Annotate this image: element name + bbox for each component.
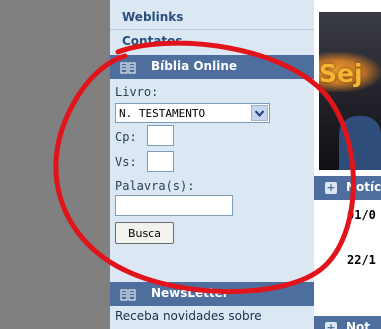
nav-link-contatos[interactable]: Contatos	[122, 34, 183, 48]
chevron-down-icon[interactable]	[251, 105, 268, 121]
plus-square-icon: +	[325, 322, 337, 329]
cp-label: Cp:	[115, 130, 137, 144]
book-icon	[120, 60, 136, 74]
chapter-input[interactable]	[147, 125, 174, 146]
livro-select-value: N. TESTAMENTO	[119, 107, 206, 120]
vs-label: Vs:	[115, 155, 137, 169]
second-section-title: Not	[346, 320, 371, 329]
livro-label: Livro:	[115, 85, 159, 99]
news-section-title: Notíc	[346, 180, 381, 194]
sidebar: Weblinks Contatos Bíblia Online Livro: N…	[110, 0, 314, 329]
plus-square-icon: +	[325, 181, 337, 194]
nav-divider	[110, 29, 314, 30]
newsletter-module-title: NewsLetter	[151, 286, 229, 300]
second-section-header: + Not	[314, 316, 381, 329]
newsletter-description: Receba novidades sobre	[115, 309, 262, 323]
news-date[interactable]: 22/1	[347, 253, 376, 267]
left-gutter	[0, 0, 110, 329]
main-content-column: Sej + Notíc 01/0 22/1 + Not	[314, 0, 381, 329]
bible-module-title: Bíblia Online	[151, 59, 238, 73]
nav-link-weblinks[interactable]: Weblinks	[122, 10, 183, 24]
bible-module-header: Bíblia Online	[110, 55, 314, 79]
banner-figure	[339, 116, 381, 170]
news-date[interactable]: 01/0	[347, 208, 376, 222]
search-button[interactable]: Busca	[115, 222, 174, 244]
news-section-header: + Notíc	[314, 176, 381, 200]
verse-input[interactable]	[147, 151, 174, 172]
book-icon	[120, 287, 136, 301]
banner-text: Sej	[319, 59, 363, 88]
keyword-input[interactable]	[115, 195, 233, 216]
banner-image[interactable]: Sej	[319, 12, 381, 170]
palavra-label: Palavra(s):	[115, 179, 195, 193]
livro-select[interactable]: N. TESTAMENTO	[115, 103, 270, 123]
newsletter-module-header: NewsLetter	[110, 282, 314, 306]
